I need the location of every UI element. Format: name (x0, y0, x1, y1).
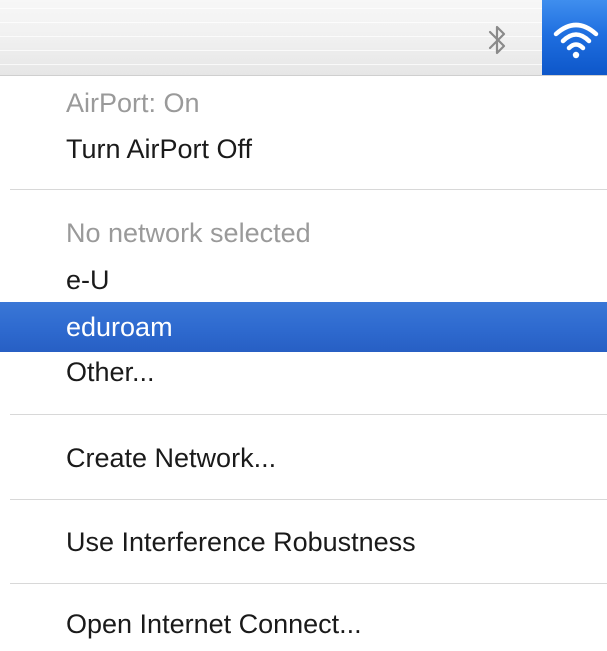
no-network-item: No network selected (0, 208, 607, 258)
open-internet-connect-label: Open Internet Connect... (66, 609, 362, 639)
no-network-label: No network selected (66, 218, 311, 248)
turn-airport-off-item[interactable]: Turn AirPort Off (0, 124, 607, 174)
airport-status-item: AirPort: On (0, 78, 607, 128)
network-item-eduroam[interactable]: eduroam (0, 302, 607, 352)
menubar (0, 0, 607, 76)
network-label: e-U (66, 265, 110, 295)
airport-menu-extra[interactable] (542, 0, 607, 76)
menu-separator (10, 583, 607, 584)
network-label: Other... (66, 357, 155, 387)
network-item-e-u[interactable]: e-U (0, 255, 607, 305)
airport-status-label: AirPort: On (66, 88, 200, 118)
menu-separator (10, 189, 607, 190)
airport-dropdown-menu: AirPort: On Turn AirPort Off No network … (0, 76, 607, 651)
interference-robustness-item[interactable]: Use Interference Robustness (0, 517, 607, 567)
interference-robustness-label: Use Interference Robustness (66, 527, 416, 557)
turn-airport-off-label: Turn AirPort Off (66, 134, 253, 164)
menu-separator (10, 414, 607, 415)
create-network-item[interactable]: Create Network... (0, 433, 607, 483)
create-network-label: Create Network... (66, 443, 277, 473)
network-label: eduroam (66, 312, 173, 342)
open-internet-connect-item[interactable]: Open Internet Connect... (0, 599, 607, 649)
network-item-other[interactable]: Other... (0, 347, 607, 397)
bluetooth-icon[interactable] (482, 21, 512, 59)
wifi-icon (553, 22, 599, 59)
airport-menu-screen: AirPort: On Turn AirPort Off No network … (0, 0, 607, 651)
menu-separator (10, 499, 607, 500)
